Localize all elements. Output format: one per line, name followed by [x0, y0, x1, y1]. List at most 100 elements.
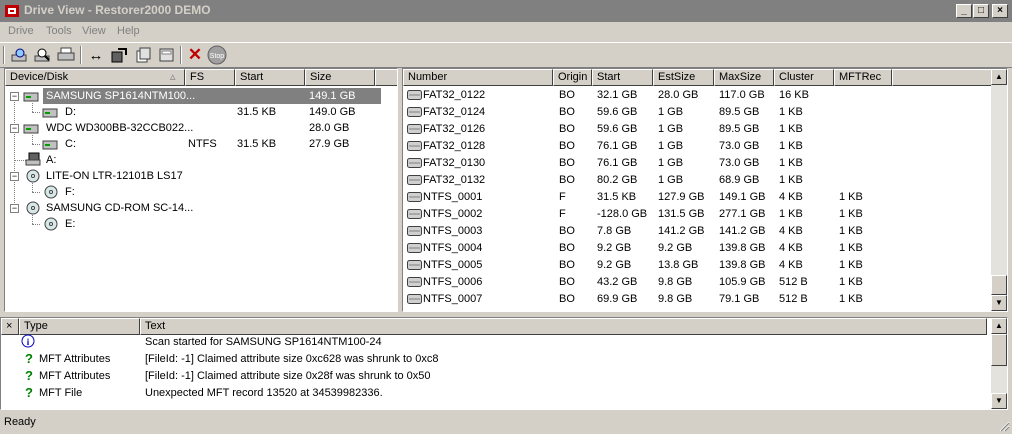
partition-start: 76.1 GB [597, 157, 638, 169]
collapse-toggle[interactable]: − [10, 172, 19, 181]
partition-origin: F [559, 208, 566, 220]
resize-grip-icon[interactable] [998, 420, 1010, 432]
column-header-filler [375, 69, 397, 86]
partition-number: FAT32_0124 [423, 106, 486, 118]
column-header-size[interactable]: Size [305, 69, 375, 86]
resize-button[interactable]: ↔ [86, 45, 106, 65]
collapse-toggle[interactable]: − [10, 92, 19, 101]
partition-icon [407, 277, 422, 287]
partition-estsize: 127.9 GB [658, 191, 705, 203]
question-icon: ? [25, 351, 33, 366]
scroll-thumb[interactable] [991, 275, 1007, 295]
partition-row[interactable]: FAT32_0128 BO 76.1 GB 1 GB 73.0 GB 1 KB [403, 138, 991, 155]
partition-row[interactable]: NTFS_0004 BO 9.2 GB 9.2 GB 139.8 GB 4 KB 1 KB [403, 240, 991, 257]
device-name: SAMSUNG SP1614NTM100... [43, 88, 308, 104]
maximize-button[interactable]: □ [973, 4, 989, 18]
column-header-start[interactable]: Start [592, 69, 653, 86]
log-panel: × Type Text i Scan started for SAMSUNG S… [0, 317, 1008, 410]
tree-row-cdrom[interactable]: − LITE-ON LTR-12101B LS17 [5, 168, 395, 184]
partition-icon [407, 192, 422, 202]
device-name: A: [46, 154, 57, 166]
log-close-button[interactable]: × [1, 318, 19, 335]
column-header-type[interactable]: Type [19, 318, 140, 335]
export-button[interactable] [109, 45, 129, 65]
copy-button[interactable] [134, 45, 154, 65]
partition-origin: BO [559, 123, 575, 135]
menu-bar: Drive Tools View Help [0, 22, 1012, 42]
cd-drive-icon [26, 201, 40, 215]
partition-row[interactable]: FAT32_0132 BO 80.2 GB 1 GB 68.9 GB 1 KB [403, 172, 991, 189]
partition-maxsize: 73.0 GB [719, 157, 760, 169]
partition-number: NTFS_0003 [423, 225, 483, 237]
column-header-mftrec[interactable]: MFTRec [834, 69, 892, 86]
partition-row[interactable]: NTFS_0007 BO 69.9 GB 9.8 GB 79.1 GB 512 B 1 KB [403, 291, 991, 308]
log-scrollbar[interactable]: ▲ ▼ [991, 318, 1007, 409]
tree-row-cdrom[interactable]: − SAMSUNG CD-ROM SC-14... [5, 200, 395, 216]
menu-view[interactable]: View [82, 25, 106, 37]
partition-name: F: [65, 186, 75, 198]
stop-button[interactable]: Stop [207, 45, 227, 65]
log-text: Unexpected MFT record 13520 at 345399823… [145, 387, 383, 399]
partition-mftrec [839, 138, 892, 154]
partition-row[interactable]: NTFS_0001 F 31.5 KB 127.9 GB 149.1 GB 4 KB 1 K… [403, 189, 991, 206]
partition-row[interactable]: NTFS_0005 BO 9.2 GB 13.8 GB 139.8 GB 4 KB 1 KB [403, 257, 991, 274]
partition-row[interactable]: NTFS_0002 F -128.0 GB 131.5 GB 277.1 GB 1 KB 1… [403, 206, 991, 223]
minimize-button[interactable]: _ [956, 4, 972, 18]
column-header-estsize[interactable]: EstSize [653, 69, 714, 86]
cd-disc-icon [44, 185, 58, 199]
scroll-up-button[interactable]: ▲ [991, 318, 1007, 334]
device-name: LITE-ON LTR-12101B LS17 [46, 170, 183, 182]
print-button[interactable] [56, 45, 76, 65]
scroll-up-button[interactable]: ▲ [991, 69, 1007, 85]
hard-disk-icon [23, 92, 39, 102]
collapse-toggle[interactable]: − [10, 124, 19, 133]
column-header-cluster[interactable]: Cluster [774, 69, 834, 86]
column-header-text[interactable]: Text [140, 318, 987, 335]
partition-size: 149.0 GB [309, 106, 356, 118]
open-image-button[interactable] [157, 45, 177, 65]
scan-button[interactable] [10, 45, 30, 65]
partition-start: 59.6 GB [597, 123, 638, 135]
question-icon: ? [25, 385, 33, 400]
tree-row-partition[interactable]: D: 31.5 KB 149.0 GB [5, 104, 395, 120]
delete-button[interactable]: ✕ [185, 45, 205, 65]
column-header-origin[interactable]: Origin [553, 69, 592, 86]
collapse-toggle[interactable]: − [10, 204, 19, 213]
partition-name: E: [65, 218, 76, 230]
scroll-down-button[interactable]: ▼ [991, 295, 1007, 311]
menu-tools[interactable]: Tools [46, 25, 72, 37]
partition-row[interactable]: FAT32_0122 BO 32.1 GB 28.0 GB 117.0 GB 16 KB [403, 87, 991, 104]
export-icon [111, 48, 127, 63]
column-header-device[interactable]: Device/Disk ▵ [5, 69, 185, 86]
partition-list-scrollbar[interactable]: ▲ ▼ [991, 69, 1007, 311]
scroll-thumb[interactable] [991, 334, 1007, 366]
partition-mftrec [839, 87, 892, 103]
tree-row-disk[interactable]: − SAMSUNG SP1614NTM100... 149.1 GB [5, 88, 395, 104]
find-button[interactable] [33, 45, 53, 65]
tree-row-disk[interactable]: − WDC WD300BB-32CCB022... 28.0 GB [5, 120, 395, 136]
scroll-down-button[interactable]: ▼ [991, 393, 1007, 409]
partition-maxsize: 79.1 GB [719, 293, 760, 305]
tree-row-partition[interactable]: E: [5, 216, 395, 232]
partition-row[interactable]: FAT32_0130 BO 76.1 GB 1 GB 73.0 GB 1 KB [403, 155, 991, 172]
column-header-maxsize[interactable]: MaxSize [714, 69, 774, 86]
close-button[interactable]: × [992, 4, 1008, 18]
partition-estsize: 28.0 GB [658, 89, 699, 101]
partition-row[interactable]: NTFS_0006 BO 43.2 GB 9.8 GB 105.9 GB 512 B 1 K… [403, 274, 991, 291]
column-header-number[interactable]: Number [403, 69, 553, 86]
partition-row[interactable]: NTFS_0003 BO 7.8 GB 141.2 GB 141.2 GB 4 KB 1 K… [403, 223, 991, 240]
status-bar: Ready [0, 413, 1012, 434]
menu-help[interactable]: Help [117, 25, 140, 37]
tree-row-floppy[interactable]: A: [5, 152, 395, 168]
partition-row[interactable]: FAT32_0124 BO 59.6 GB 1 GB 89.5 GB 1 KB [403, 104, 991, 121]
tree-row-partition[interactable]: C: NTFS 31.5 KB 27.9 GB [5, 136, 395, 152]
partition-icon [407, 243, 422, 253]
tree-row-partition[interactable]: F: [5, 184, 395, 200]
partition-row[interactable]: FAT32_0126 BO 59.6 GB 1 GB 89.5 GB 1 KB [403, 121, 991, 138]
log-text: [FileId: -1] Claimed attribute size 0xc6… [145, 353, 439, 365]
column-header-fs[interactable]: FS [185, 69, 235, 86]
column-header-start[interactable]: Start [235, 69, 305, 86]
partition-maxsize: 139.8 GB [719, 259, 766, 271]
menu-drive[interactable]: Drive [8, 25, 34, 37]
partition-start: 80.2 GB [597, 174, 638, 186]
